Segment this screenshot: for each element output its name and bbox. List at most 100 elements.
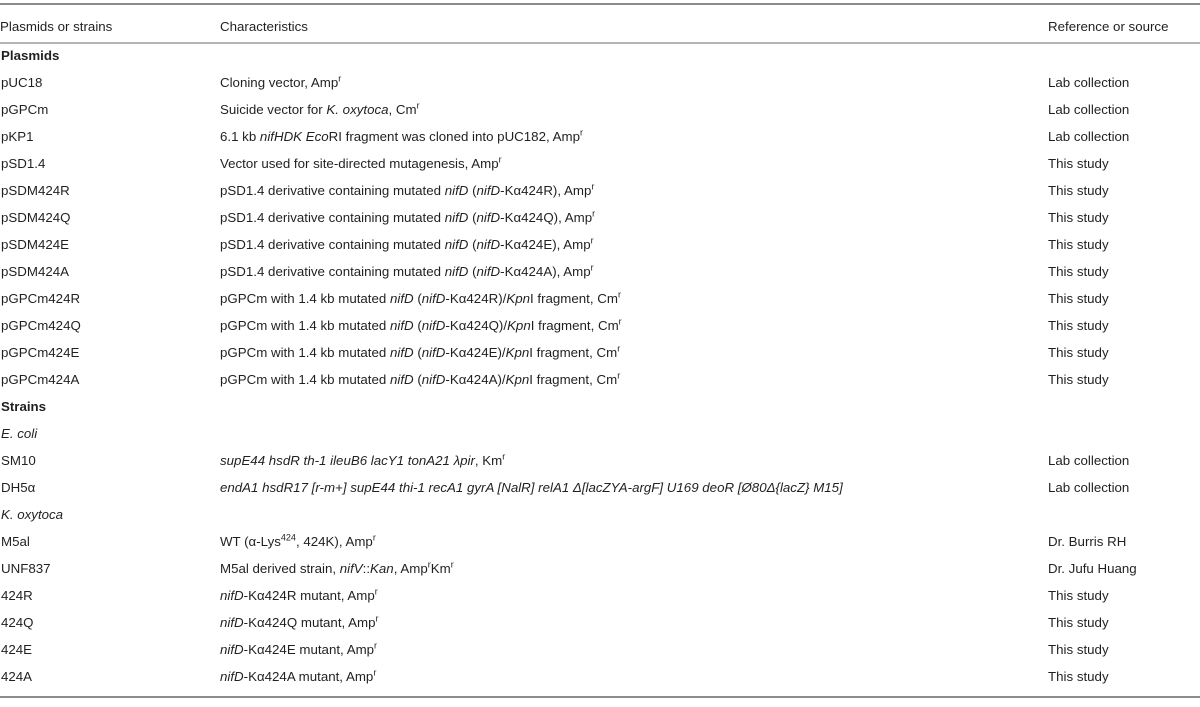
section-heading-k-oxytoca: K. oxytoca xyxy=(1,507,64,522)
column-header-reference-or-source: Reference or source xyxy=(1048,0,1200,42)
cell-characteristics: pGPCm with 1.4 kb mutated nifD (nifD-Kα4… xyxy=(220,343,621,360)
table-row: pGPCm424Q pGPCm with 1.4 kb mutated nifD … xyxy=(0,312,1200,339)
cell-reference-or-source: Lab collection xyxy=(1048,480,1130,495)
cell-characteristics: pSD1.4 derivative containing mutated nif… xyxy=(220,235,594,252)
table-header-rule xyxy=(0,42,1200,44)
cell-reference-or-source: This study xyxy=(1048,318,1109,333)
cell-characteristics: WT (α-Lys424, 424K), Ampr xyxy=(220,532,376,549)
table-row: 424R nifD-Kα424R mutant, Ampr This study xyxy=(0,582,1200,609)
cell-characteristics: pSD1.4 derivative containing mutated nif… xyxy=(220,181,595,198)
cell-characteristics: pGPCm with 1.4 kb mutated nifD (nifD-Kα4… xyxy=(220,370,621,387)
table-row: pGPCm Suicide vector for K. oxytoca, Cmr L… xyxy=(0,96,1200,123)
table-row: pSD1.4 Vector used for site-directed muta… xyxy=(0,150,1200,177)
table-row: pSDM424E pSD1.4 derivative containing mut… xyxy=(0,231,1200,258)
column-header-characteristics: Characteristics xyxy=(220,0,1048,42)
table-section-header-row: K. oxytoca xyxy=(0,501,1200,528)
cell-characteristics: Suicide vector for K. oxytoca, Cmr xyxy=(220,100,420,117)
table-row: 424E nifD-Kα424E mutant, Ampr This study xyxy=(0,636,1200,663)
cell-reference-or-source: This study xyxy=(1048,345,1109,360)
cell-characteristics: nifD-Kα424E mutant, Ampr xyxy=(220,640,378,657)
column-header-label: Plasmids or strains xyxy=(0,18,113,34)
cell-plasmid-or-strain-name: pGPCm424Q xyxy=(1,318,81,333)
table-section-header-row: Plasmids xyxy=(0,42,1200,69)
table-header: Plasmids or strains Characteristics Refe… xyxy=(0,0,1200,42)
column-header-label: Reference or source xyxy=(1048,18,1169,34)
cell-reference-or-source: Dr. Jufu Huang xyxy=(1048,561,1137,576)
table-row: UNF837 M5al derived strain, nifV::Kan, Am… xyxy=(0,555,1200,582)
cell-characteristics: pSD1.4 derivative containing mutated nif… xyxy=(220,262,594,279)
cell-plasmid-or-strain-name: UNF837 xyxy=(1,561,51,576)
table-row: 424Q nifD-Kα424Q mutant, Ampr This study xyxy=(0,609,1200,636)
cell-plasmid-or-strain-name: pSDM424E xyxy=(1,237,69,252)
table-row: pSDM424R pSD1.4 derivative containing mut… xyxy=(0,177,1200,204)
cell-plasmid-or-strain-name: pSDM424R xyxy=(1,183,70,198)
table-row: pUC18 Cloning vector, Ampr Lab collection xyxy=(0,69,1200,96)
plasmids-and-strains-table: Plasmids or strains Characteristics Refe… xyxy=(0,0,1200,690)
cell-plasmid-or-strain-name: 424Q xyxy=(1,615,34,630)
cell-reference-or-source: Dr. Burris RH xyxy=(1048,534,1127,549)
table-bottom-rule xyxy=(0,696,1200,698)
section-heading-plasmids: Plasmids xyxy=(1,48,60,63)
table-body: Plasmids pUC18 Cloning vector, Ampr Lab col… xyxy=(0,42,1200,690)
table-row: SM10 supE44 hsdR th-1 ileuB6 lacY1 tonA21… xyxy=(0,447,1200,474)
cell-plasmid-or-strain-name: 424E xyxy=(1,642,33,657)
table-row: pSDM424A pSD1.4 derivative containing mut… xyxy=(0,258,1200,285)
cell-plasmid-or-strain-name: pSD1.4 xyxy=(1,156,46,171)
cell-characteristics: pGPCm with 1.4 kb mutated nifD (nifD-Kα4… xyxy=(220,316,622,333)
table-row: M5al WT (α-Lys424, 424K), Ampr Dr. Burris … xyxy=(0,528,1200,555)
cell-characteristics: supE44 hsdR th-1 ileuB6 lacY1 tonA21 λpi… xyxy=(220,451,506,468)
cell-reference-or-source: Lab collection xyxy=(1048,453,1130,468)
cell-characteristics: endA1 hsdR17 [r-m+] supE44 thi-1 recA1 g… xyxy=(220,480,843,495)
cell-reference-or-source: This study xyxy=(1048,237,1109,252)
cell-characteristics: Cloning vector, Ampr xyxy=(220,73,342,90)
cell-reference-or-source: This study xyxy=(1048,642,1109,657)
section-heading-strains: Strains xyxy=(1,399,47,414)
table-row: 424A nifD-Kα424A mutant, Ampr This study xyxy=(0,663,1200,690)
cell-plasmid-or-strain-name: pUC18 xyxy=(1,75,43,90)
cell-characteristics: M5al derived strain, nifV::Kan, AmprKmr xyxy=(220,559,454,576)
cell-plasmid-or-strain-name: pGPCm424A xyxy=(1,372,80,387)
cell-characteristics: nifD-Kα424Q mutant, Ampr xyxy=(220,613,379,630)
table-row: pGPCm424R pGPCm with 1.4 kb mutated nifD … xyxy=(0,285,1200,312)
cell-plasmid-or-strain-name: SM10 xyxy=(1,453,36,468)
table-section-header-row: E. coli xyxy=(0,420,1200,447)
cell-characteristics: nifD-Kα424R mutant, Ampr xyxy=(220,586,378,603)
cell-reference-or-source: This study xyxy=(1048,264,1109,279)
cell-plasmid-or-strain-name: DH5α xyxy=(1,480,36,495)
cell-plasmid-or-strain-name: pSDM424A xyxy=(1,264,69,279)
cell-reference-or-source: Lab collection xyxy=(1048,129,1130,144)
table-row: pSDM424Q pSD1.4 derivative containing mut… xyxy=(0,204,1200,231)
section-heading-e-coli: E. coli xyxy=(1,426,38,441)
cell-plasmid-or-strain-name: pGPCm424E xyxy=(1,345,80,360)
header-row: Plasmids or strains Characteristics Refe… xyxy=(0,0,1200,42)
cell-plasmid-or-strain-name: 424A xyxy=(1,669,33,684)
cell-reference-or-source: This study xyxy=(1048,669,1109,684)
cell-reference-or-source: This study xyxy=(1048,291,1109,306)
cell-reference-or-source: Lab collection xyxy=(1048,75,1130,90)
cell-plasmid-or-strain-name: 424R xyxy=(1,588,33,603)
cell-reference-or-source: This study xyxy=(1048,183,1109,198)
cell-reference-or-source: This study xyxy=(1048,156,1109,171)
table-row: pGPCm424A pGPCm with 1.4 kb mutated nifD … xyxy=(0,366,1200,393)
table-top-rule xyxy=(0,3,1200,5)
cell-reference-or-source: This study xyxy=(1048,210,1109,225)
cell-reference-or-source: This study xyxy=(1048,615,1109,630)
cell-plasmid-or-strain-name: pKP1 xyxy=(1,129,34,144)
cell-plasmid-or-strain-name: M5al xyxy=(1,534,30,549)
table-row: pGPCm424E pGPCm with 1.4 kb mutated nifD … xyxy=(0,339,1200,366)
column-header-label: Characteristics xyxy=(220,18,308,34)
cell-characteristics: Vector used for site-directed mutagenesi… xyxy=(220,154,502,171)
cell-reference-or-source: Lab collection xyxy=(1048,102,1130,117)
cell-reference-or-source: This study xyxy=(1048,588,1109,603)
table-row: pKP1 6.1 kb nifHDK EcoRI fragment was clo… xyxy=(0,123,1200,150)
column-header-plasmids-or-strains: Plasmids or strains xyxy=(0,0,220,42)
cell-characteristics: nifD-Kα424A mutant, Ampr xyxy=(220,667,377,684)
cell-plasmid-or-strain-name: pSDM424Q xyxy=(1,210,71,225)
table-section-header-row: Strains xyxy=(0,393,1200,420)
cell-plasmid-or-strain-name: pGPCm424R xyxy=(1,291,81,306)
table-container: Plasmids or strains Characteristics Refe… xyxy=(0,0,1200,707)
cell-reference-or-source: This study xyxy=(1048,372,1109,387)
cell-characteristics: pGPCm with 1.4 kb mutated nifD (nifD-Kα4… xyxy=(220,289,621,306)
cell-plasmid-or-strain-name: pGPCm xyxy=(1,102,49,117)
table-row: DH5α endA1 hsdR17 [r-m+] supE44 thi-1 rec… xyxy=(0,474,1200,501)
